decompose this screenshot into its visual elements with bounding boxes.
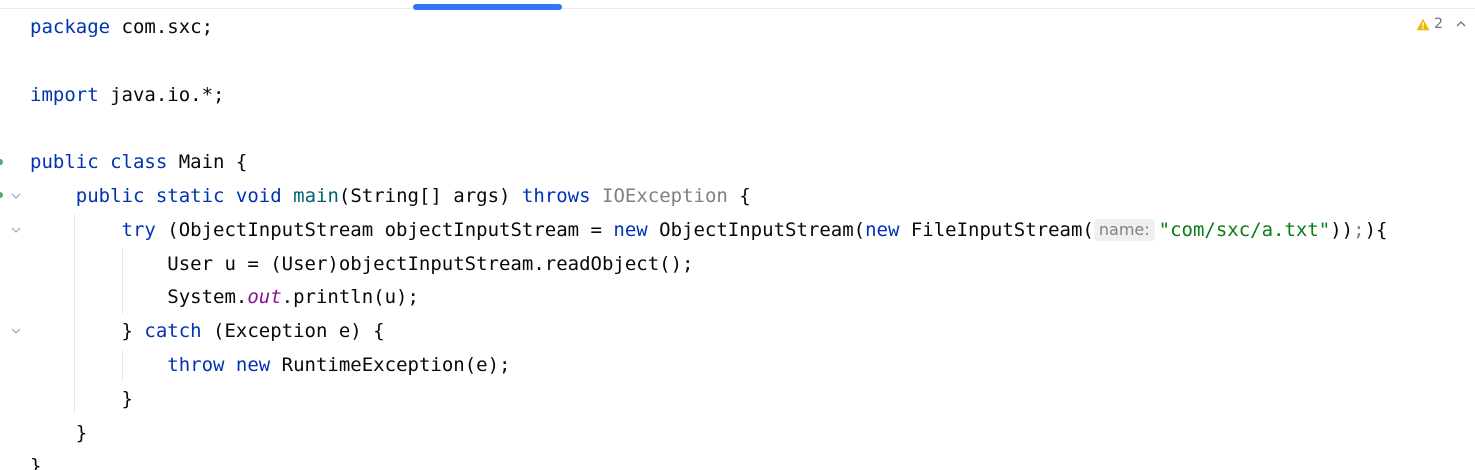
code-token: com.sxc; (110, 16, 214, 38)
code-token: (ObjectInputStream objectInputStream = (155, 218, 614, 241)
code-token-fn: main (293, 184, 339, 207)
code-token-unused: IOException (602, 184, 728, 207)
code-line[interactable]: } (30, 450, 1387, 470)
code-token-kw: throws (521, 184, 591, 207)
run-marker-icon[interactable] (0, 159, 3, 165)
inspection-widget[interactable]: 2 (1416, 16, 1467, 32)
run-marker-icon[interactable] (0, 192, 3, 198)
code-token: } (30, 421, 88, 444)
warning-count: 2 (1434, 16, 1443, 32)
code-line[interactable]: } (30, 417, 1387, 451)
code-editor[interactable]: package com.sxc;​import java.io.*;​publi… (0, 0, 1475, 470)
code-line[interactable]: ​ (30, 112, 1387, 146)
code-token: (String[] args) (338, 184, 522, 207)
code-token: { (727, 184, 751, 207)
code-token: )) (1330, 218, 1354, 241)
code-token: ObjectInputStream( (647, 218, 866, 241)
code-line[interactable]: User u = (User)objectInputStream.readObj… (30, 248, 1387, 282)
horizontal-scrollbar-thumb[interactable] (413, 4, 562, 10)
code-line[interactable]: public static void main(String[] args) t… (30, 180, 1387, 214)
code-token-kw: throw new (167, 353, 271, 376)
code-line[interactable]: System.out.println(u); (30, 281, 1387, 315)
code-token: .println(u); (281, 286, 419, 309)
fold-chevron-down-icon[interactable] (10, 190, 22, 202)
code-token-field: out (247, 286, 282, 309)
code-token-kw: try (121, 218, 156, 241)
code-line[interactable]: } catch (Exception e) { (30, 315, 1387, 349)
code-token-str: "com/sxc/a.txt" (1158, 218, 1331, 241)
code-token: } (30, 387, 133, 410)
warning-icon (1416, 18, 1430, 31)
fold-chevron-down-icon[interactable] (10, 224, 22, 236)
code-token-kw: catch (144, 320, 202, 343)
fold-chevron-down-icon[interactable] (10, 325, 22, 337)
code-token: (Exception e) { (201, 320, 385, 343)
code-line[interactable]: ​ (30, 45, 1387, 79)
editor-gutter (0, 0, 26, 470)
code-token: Main { (167, 151, 248, 174)
code-token-kw: new (613, 218, 648, 241)
code-token-kw: package (30, 16, 111, 38)
code-line[interactable]: try (ObjectInputStream objectInputStream… (30, 214, 1387, 248)
code-token: FileInputStream( (899, 218, 1094, 241)
code-token: System. (30, 286, 248, 309)
code-token-kw: new (865, 218, 900, 241)
code-line[interactable]: package com.sxc; (30, 11, 1387, 45)
code-token: User u = (User)objectInputStream.readObj… (30, 252, 694, 275)
code-token: java.io.*; (98, 83, 225, 106)
code-lines[interactable]: package com.sxc;​import java.io.*;​publi… (30, 11, 1387, 470)
code-token: } (30, 320, 145, 343)
code-token-kw: import (30, 83, 99, 106)
code-line[interactable]: throw new RuntimeException(e); (30, 349, 1387, 383)
code-line[interactable]: import java.io.*; (30, 79, 1387, 113)
code-token: ){ (1364, 218, 1388, 241)
code-token-kw: public class (30, 151, 168, 174)
editor-top-border (0, 8, 1475, 9)
code-token-semi-warn: ; (1353, 218, 1365, 241)
chevron-up-icon[interactable] (1455, 18, 1467, 30)
code-token: } (30, 455, 42, 470)
code-token-kw: public static void (75, 184, 282, 207)
code-line[interactable]: public class Main { (30, 146, 1387, 180)
parameter-hint: name: (1093, 218, 1155, 241)
code-line[interactable]: } (30, 383, 1387, 417)
code-token: RuntimeException(e); (270, 353, 511, 376)
